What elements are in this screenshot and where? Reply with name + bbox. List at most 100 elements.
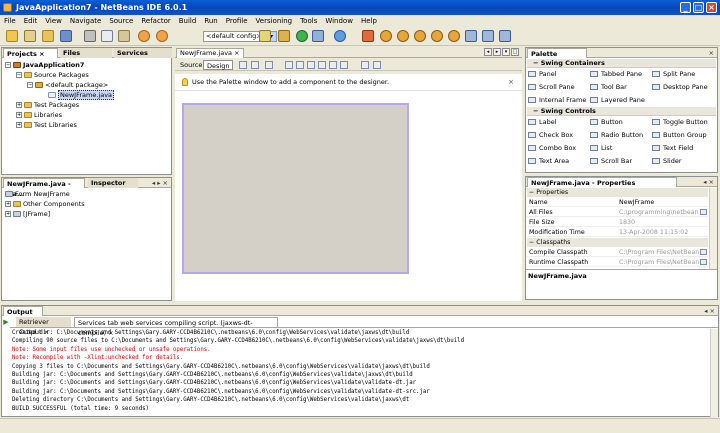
close-button[interactable]: × (706, 2, 717, 13)
output-scrollbar[interactable] (710, 329, 718, 417)
palette-item-scroll-bar[interactable]: Scroll Bar (590, 157, 632, 166)
expand-toggle[interactable]: + (16, 112, 22, 118)
evaluate-icon[interactable] (499, 30, 511, 42)
apply-changes-icon[interactable] (482, 30, 494, 42)
menu-window[interactable]: Window (321, 15, 357, 27)
stop-icon[interactable] (362, 30, 374, 42)
align-left-icon[interactable] (285, 61, 293, 69)
collapse-toggle[interactable]: − (533, 59, 538, 67)
properties-scrollbar[interactable] (709, 188, 717, 269)
tab-compile-script[interactable]: Services tab web services compiling scri… (74, 317, 278, 337)
property-row-modification-time[interactable]: Modification Time 13-Apr-2008 11:15:02 (527, 228, 708, 237)
panel-controls[interactable]: ◂ ▸ × (152, 178, 168, 188)
scroll-left-icon[interactable]: ◂ (484, 48, 492, 56)
edit-value-icon[interactable] (700, 209, 707, 215)
document-list-icon[interactable]: ▾ (502, 48, 510, 56)
palette-item-label[interactable]: Label (528, 118, 557, 127)
connection-mode-icon[interactable] (251, 61, 259, 69)
palette-category-swing-containers[interactable]: − Swing Containers (527, 59, 716, 68)
palette-item-button-group[interactable]: Button Group (652, 131, 707, 140)
resize-horizontal-icon[interactable] (361, 61, 369, 69)
menu-file[interactable]: File (0, 15, 20, 27)
panel-controls[interactable]: ◂ × (704, 306, 715, 316)
align-top-icon[interactable] (318, 61, 326, 69)
align-right-icon[interactable] (296, 61, 304, 69)
close-icon[interactable]: × (709, 48, 714, 58)
collapse-toggle[interactable]: − (529, 239, 534, 246)
copy-icon[interactable] (101, 30, 113, 42)
palette-item-radio-button[interactable]: Radio Button (590, 131, 643, 140)
maximize-button[interactable]: □ (693, 2, 704, 13)
redo-icon[interactable] (156, 30, 168, 42)
menu-run[interactable]: Run (200, 15, 221, 27)
minimize-button[interactable]: _ (680, 2, 691, 13)
menu-tools[interactable]: Tools (296, 15, 321, 27)
align-bottom-icon[interactable] (329, 61, 337, 69)
clean-build-icon[interactable] (278, 30, 290, 42)
expand-toggle[interactable]: + (16, 102, 22, 108)
palette-item-list[interactable]: List (590, 144, 612, 153)
collapse-toggle[interactable]: − (529, 189, 534, 196)
expand-toggle[interactable]: + (16, 122, 22, 128)
save-all-icon[interactable] (60, 30, 72, 42)
tab-services[interactable]: Services (114, 48, 172, 58)
menu-source[interactable]: Source (105, 15, 137, 27)
menu-help[interactable]: Help (357, 15, 381, 27)
tree-item-newjframe[interactable]: NewJFrame.java (48, 90, 115, 100)
step-out-icon[interactable] (448, 30, 460, 42)
jframe-form[interactable] (182, 103, 409, 274)
build-icon[interactable] (259, 30, 271, 42)
tab-retriever-output[interactable]: Retriever Output × (16, 317, 71, 336)
menu-versioning[interactable]: Versioning (252, 15, 297, 27)
tree-item-test-libraries[interactable]: + Test Libraries (16, 121, 77, 130)
palette-item-scroll-pane[interactable]: Scroll Pane (528, 83, 575, 92)
palette-item-button[interactable]: Button (590, 118, 623, 127)
design-mode-button[interactable]: Design (203, 60, 234, 70)
cut-icon[interactable] (84, 30, 96, 42)
panel-controls[interactable]: ◂ × (703, 177, 714, 187)
new-file-icon[interactable] (24, 30, 36, 42)
tree-item-test-packages[interactable]: + Test Packages (16, 101, 79, 110)
palette-item-text-area[interactable]: Text Area (528, 157, 569, 166)
pause-icon[interactable] (380, 30, 392, 42)
palette-item-tabbed-pane[interactable]: Tabbed Pane (590, 70, 642, 79)
palette-item-text-field[interactable]: Text Field (652, 144, 693, 153)
scroll-right-icon[interactable]: ▸ (493, 48, 501, 56)
tab-files[interactable]: Files (60, 48, 112, 58)
run-icon[interactable] (296, 30, 308, 42)
palette-item-desktop-pane[interactable]: Desktop Pane (652, 83, 708, 92)
classpaths-section[interactable]: − Classpaths (527, 238, 708, 247)
tree-item-default-package[interactable]: − <default package> (27, 81, 108, 90)
preview-design-icon[interactable] (265, 61, 273, 69)
tree-item-source-packages[interactable]: − Source Packages (16, 71, 89, 80)
profile-icon[interactable] (334, 30, 346, 42)
property-row-compile-classpath[interactable]: Compile Classpath C:\Program Files\NetBea… (527, 248, 708, 257)
tree-item-form[interactable]: Form NewJFrame (5, 190, 70, 199)
tab-inspector[interactable]: Inspector (88, 178, 138, 188)
undo-icon[interactable] (138, 30, 150, 42)
menu-profile[interactable]: Profile (222, 15, 252, 27)
rerun-icon[interactable]: ▶ (2, 317, 10, 327)
center-horizontally-icon[interactable] (307, 61, 315, 69)
close-icon[interactable]: × (39, 50, 44, 58)
palette-item-check-box[interactable]: Check Box (528, 131, 573, 140)
new-project-icon[interactable] (6, 30, 18, 42)
property-row-all-files[interactable]: All Files C:\programming\netbeans\... (527, 208, 708, 217)
paste-icon[interactable] (118, 30, 130, 42)
property-row-name[interactable]: Name NewJFrame (527, 198, 708, 207)
open-project-icon[interactable] (42, 30, 54, 42)
palette-item-internal-frame[interactable]: Internal Frame (528, 96, 586, 105)
menu-edit[interactable]: Edit (20, 15, 42, 27)
menu-refactor[interactable]: Refactor (137, 15, 174, 27)
property-row-file-size[interactable]: File Size 1830 (527, 218, 708, 227)
collapse-toggle[interactable]: − (5, 62, 11, 68)
output-console[interactable]: Created dir: C:\Documents and Settings\G… (10, 329, 707, 417)
menu-navigate[interactable]: Navigate (66, 15, 105, 27)
close-icon[interactable]: × (234, 49, 239, 57)
selection-mode-icon[interactable] (239, 61, 247, 69)
menu-view[interactable]: View (41, 15, 66, 27)
collapse-toggle[interactable]: − (533, 107, 538, 115)
tree-item-libraries[interactable]: + Libraries (16, 111, 62, 120)
edit-value-icon[interactable] (700, 249, 707, 255)
tree-item-other-components[interactable]: + Other Components (5, 200, 85, 209)
